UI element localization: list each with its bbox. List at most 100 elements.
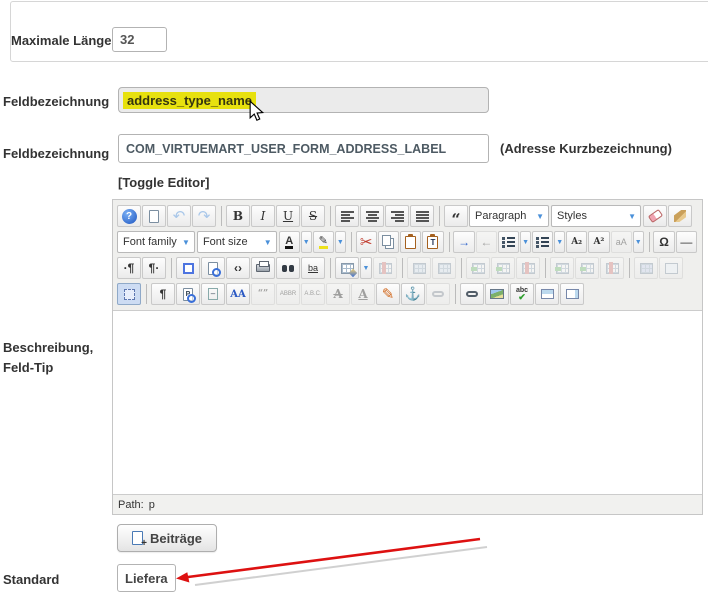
chevron-down-icon: ▼: [260, 238, 276, 247]
horizontal-rule-icon: —: [680, 235, 692, 249]
editor-content[interactable]: [113, 311, 702, 494]
insert-column-before-button: [550, 257, 574, 279]
chevron-down-icon: ▼: [624, 212, 640, 221]
merge-cells-icon: [640, 263, 653, 274]
style-properties-button[interactable]: AA: [226, 283, 250, 305]
align-justify-button[interactable]: [410, 205, 434, 227]
bold-button[interactable]: B: [226, 205, 250, 227]
unlink-button: [426, 283, 450, 305]
anchor-button[interactable]: ⚓: [401, 283, 425, 305]
blockquote-icon: “: [451, 209, 460, 223]
separator: [629, 258, 630, 278]
preview-button[interactable]: [201, 257, 225, 279]
find-button[interactable]: [276, 257, 300, 279]
special-character-button[interactable]: Ω: [653, 231, 674, 253]
show-blocks-icon: ¶: [160, 287, 167, 301]
superscript-button[interactable]: A²: [588, 231, 609, 253]
numbered-list-arrow[interactable]: ▼: [520, 231, 531, 253]
path-value[interactable]: p: [149, 499, 155, 511]
cite-icon: “”: [258, 289, 268, 299]
ltr-paragraph-button[interactable]: ·¶: [117, 257, 141, 279]
insert-column-after-icon: [581, 263, 594, 274]
separator: [171, 258, 172, 278]
styles-select[interactable]: Styles▼: [551, 205, 641, 227]
delete-column-button: [600, 257, 624, 279]
align-left-button[interactable]: [335, 205, 359, 227]
italic-button[interactable]: I: [251, 205, 275, 227]
paste-button[interactable]: [400, 231, 421, 253]
indent-button[interactable]: →: [453, 231, 474, 253]
cleanup-button[interactable]: [668, 205, 692, 227]
cleanup-icon: [674, 210, 686, 222]
redo-button[interactable]: ↷: [192, 205, 216, 227]
media-button[interactable]: [535, 283, 559, 305]
special-character-icon: Ω: [659, 235, 669, 249]
insert-table-arrow[interactable]: ▼: [360, 257, 372, 279]
paragraph-format-select[interactable]: Paragraph▼: [469, 205, 549, 227]
case-change-button: aA: [611, 231, 632, 253]
copy-button[interactable]: [378, 231, 399, 253]
show-blocks-button[interactable]: ¶: [151, 283, 175, 305]
undo-button[interactable]: ↶: [167, 205, 191, 227]
bullet-list-icon: [536, 237, 549, 248]
align-center-button[interactable]: [360, 205, 384, 227]
path-label: Path:: [118, 499, 144, 511]
new-document-icon: [149, 210, 159, 223]
replace-button[interactable]: ba: [301, 257, 325, 279]
blockquote-button[interactable]: “: [444, 205, 468, 227]
style-properties-icon: AA: [230, 289, 246, 300]
toggle-editor-link[interactable]: [Toggle Editor]: [118, 175, 209, 190]
link-button[interactable]: [460, 283, 484, 305]
source-code-button[interactable]: ‹›: [226, 257, 250, 279]
rtl-paragraph-button[interactable]: ¶·: [142, 257, 166, 279]
bullet-list-button[interactable]: [532, 231, 553, 253]
visual-aid-button[interactable]: [117, 283, 141, 305]
page-preview-icon: P: [183, 288, 193, 301]
delete-table-button: [373, 257, 397, 279]
attributes-button[interactable]: ✎: [376, 283, 400, 305]
separator: [402, 258, 403, 278]
font-size-select[interactable]: Font size▼: [197, 231, 277, 253]
article-button[interactable]: Beiträge: [117, 524, 217, 552]
bullet-list-arrow[interactable]: ▼: [554, 231, 565, 253]
max-length-input[interactable]: 32: [112, 27, 167, 52]
new-document-button[interactable]: [142, 205, 166, 227]
deletion-button: A: [326, 283, 350, 305]
paste-as-text-button[interactable]: T: [422, 231, 443, 253]
abbreviation-icon: ABBR: [280, 291, 296, 297]
highlight-color-arrow[interactable]: ▼: [335, 231, 346, 253]
field-label-1-input[interactable]: address_type_name: [118, 87, 489, 113]
numbered-list-button[interactable]: [498, 231, 519, 253]
field-label-2-input[interactable]: COM_VIRTUEMART_USER_FORM_ADDRESS_LABEL: [118, 134, 489, 163]
row-properties-button: [407, 257, 431, 279]
template-button[interactable]: [560, 283, 584, 305]
highlight-color-button[interactable]: ✎: [313, 231, 334, 253]
cut-button[interactable]: ✂: [356, 231, 377, 253]
cell-properties-button: [432, 257, 456, 279]
standard-input[interactable]: Liefera: [117, 564, 176, 592]
indent-icon: →: [458, 235, 470, 249]
spellcheck-button[interactable]: abc: [510, 283, 534, 305]
align-justify-icon: [416, 211, 429, 222]
separator: [146, 284, 147, 304]
text-color-button[interactable]: A: [279, 231, 300, 253]
font-family-select[interactable]: Font family▼: [117, 231, 195, 253]
nonbreaking-space-button[interactable]: –: [201, 283, 225, 305]
align-right-button[interactable]: [385, 205, 409, 227]
chevron-down-icon: ▼: [178, 238, 194, 247]
help-button[interactable]: ?: [117, 205, 141, 227]
insert-row-before-icon: [472, 263, 485, 274]
print-icon: [256, 264, 270, 272]
strikethrough-button[interactable]: S: [301, 205, 325, 227]
fullscreen-button[interactable]: [176, 257, 200, 279]
underline-button[interactable]: U: [276, 205, 300, 227]
insert-column-before-icon: [556, 263, 569, 274]
page-preview-button[interactable]: P: [176, 283, 200, 305]
image-button[interactable]: [485, 283, 509, 305]
horizontal-rule-button[interactable]: —: [676, 231, 697, 253]
remove-format-button[interactable]: [643, 205, 667, 227]
insert-table-button[interactable]: [335, 257, 359, 279]
print-button[interactable]: [251, 257, 275, 279]
subscript-button[interactable]: A₂: [566, 231, 587, 253]
text-color-arrow[interactable]: ▼: [301, 231, 312, 253]
